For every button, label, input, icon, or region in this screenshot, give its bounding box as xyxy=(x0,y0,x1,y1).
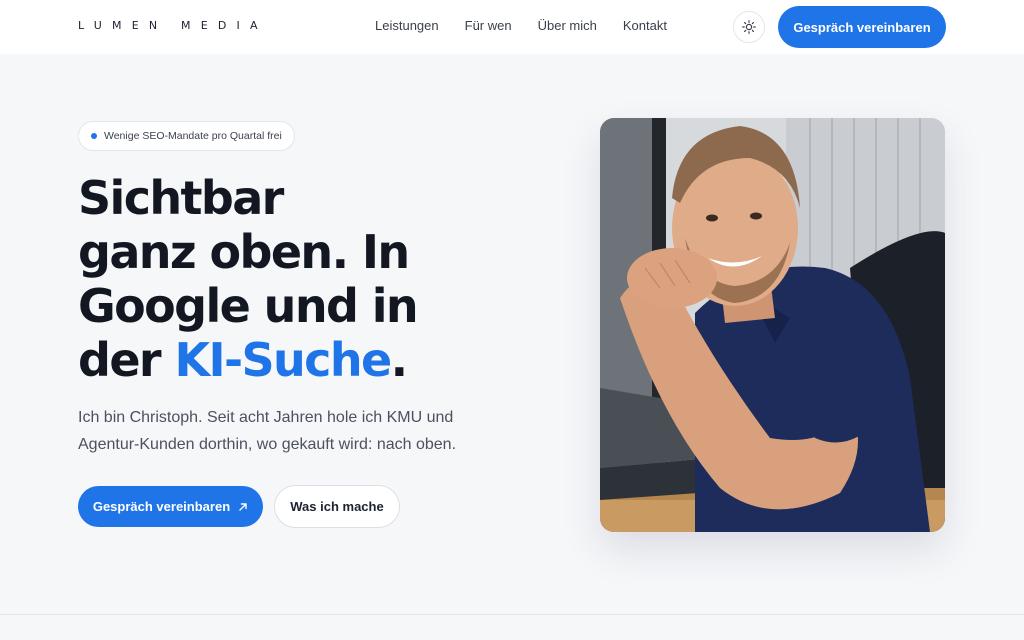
brand-logo[interactable]: LUMEN MEDIA xyxy=(78,19,268,32)
primary-cta-label: Gespräch vereinbaren xyxy=(92,499,231,514)
theme-toggle-button[interactable] xyxy=(733,11,765,43)
hero-title-line: der xyxy=(78,333,175,387)
portrait-photo xyxy=(600,118,945,532)
main-nav: Leistungen Für wen Über mich Kontakt xyxy=(375,18,667,33)
section-divider xyxy=(0,614,1024,615)
nav-item-leistungen[interactable]: Leistungen xyxy=(375,18,439,33)
hero-title: Sichtbar ganz oben. In Google und in der… xyxy=(78,171,498,387)
status-dot-icon xyxy=(91,133,97,139)
hero-title-line: Google und in xyxy=(78,279,419,333)
badge-text: Wenige SEO-Mandate pro Quartal frei xyxy=(104,130,282,142)
secondary-cta-button[interactable]: Was ich mache xyxy=(274,485,400,528)
header-cta-button[interactable]: Gespräch vereinbaren xyxy=(778,6,946,48)
nav-item-ueber-mich[interactable]: Über mich xyxy=(538,18,597,33)
hero-title-line: ganz oben. In xyxy=(78,225,410,279)
hero-title-line: Sichtbar xyxy=(78,171,284,225)
sun-icon xyxy=(742,20,756,34)
primary-cta-button[interactable]: Gespräch vereinbaren xyxy=(78,486,263,527)
availability-badge: Wenige SEO-Mandate pro Quartal frei xyxy=(78,121,295,151)
hero-subtitle: Ich bin Christoph. Seit acht Jahren hole… xyxy=(78,409,457,453)
arrow-up-right-icon xyxy=(239,502,247,511)
hero-title-suffix: . xyxy=(390,333,408,387)
hero-title-accent: KI-Suche xyxy=(174,333,392,387)
nav-item-fuer-wen[interactable]: Für wen xyxy=(465,18,512,33)
nav-item-kontakt[interactable]: Kontakt xyxy=(623,18,667,33)
site-header: LUMEN MEDIA Leistungen Für wen Über mich… xyxy=(0,0,1024,54)
